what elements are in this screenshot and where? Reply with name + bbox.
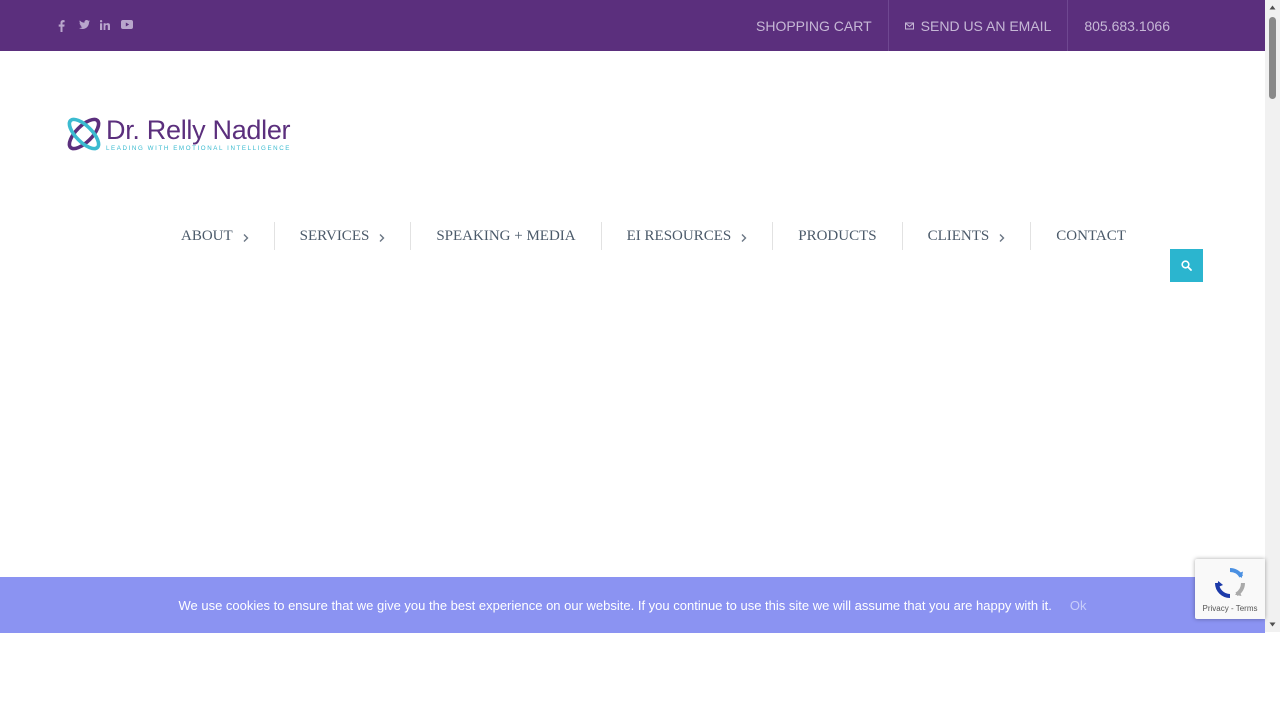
chevron-right-icon (243, 231, 249, 242)
nav-item-label: ABOUT (181, 227, 233, 244)
nav-item-services[interactable]: SERVICES (273, 222, 411, 250)
nav-item-label: CONTACT (1056, 227, 1126, 244)
search-button[interactable] (1170, 249, 1203, 282)
site-logo[interactable]: Dr. Relly Nadler LEADING WITH EMOTIONAL … (64, 113, 291, 155)
nav-item-contact[interactable]: CONTACT (1030, 222, 1151, 250)
youtube-icon[interactable] (121, 19, 133, 32)
nav-item-speaking-media[interactable]: SPEAKING + MEDIA (410, 222, 600, 250)
nav-item-products[interactable]: PRODUCTS (772, 222, 901, 250)
nav-item-label: CLIENTS (927, 227, 990, 244)
phone-number: 805.683.1066 (1084, 17, 1170, 34)
logo-mark-icon (67, 117, 101, 151)
scroll-up-arrow-icon[interactable] (1265, 0, 1280, 15)
top-bar: SHOPPING CART SEND US AN EMAIL 805.683.1… (0, 0, 1265, 51)
nav-item-about[interactable]: ABOUT (156, 222, 274, 250)
page-scrollbar[interactable] (1265, 0, 1280, 632)
send-email-link[interactable]: SEND US AN EMAIL (887, 0, 1068, 51)
logo-name: Dr. Relly Nadler (106, 114, 291, 145)
cookie-ok-button[interactable]: Ok (1070, 598, 1087, 613)
recaptcha-badge[interactable]: Privacy - Terms (1195, 559, 1265, 619)
recaptcha-privacy-terms[interactable]: Privacy - Terms (1195, 604, 1265, 613)
linkedin-icon[interactable] (100, 19, 110, 32)
logo-text: Dr. Relly Nadler LEADING WITH EMOTIONAL … (106, 116, 291, 153)
nav-item-ei-resources[interactable]: EI RESOURCES (600, 222, 773, 250)
nav-item-label: SPEAKING + MEDIA (436, 227, 576, 244)
scroll-thumb[interactable] (1269, 17, 1276, 99)
logo-tagline: LEADING WITH EMOTIONAL INTELLIGENCE (106, 144, 292, 152)
chevron-right-icon (999, 231, 1005, 242)
cookie-notice-bar: We use cookies to ensure that we give yo… (0, 577, 1265, 633)
nav-item-label: EI RESOURCES (626, 227, 732, 244)
recaptcha-icon (1215, 567, 1246, 598)
cookie-message: We use cookies to ensure that we give yo… (178, 597, 1052, 613)
nav-item-label: PRODUCTS (798, 227, 877, 244)
top-links: SHOPPING CART SEND US AN EMAIL 805.683.1… (740, 0, 1186, 51)
facebook-icon[interactable] (58, 19, 68, 32)
send-email-label: SEND US AN EMAIL (920, 17, 1052, 34)
social-links (58, 0, 133, 51)
search-icon (1181, 260, 1192, 271)
nav-item-label: SERVICES (299, 227, 370, 244)
envelope-icon (904, 18, 914, 34)
shopping-cart-label: SHOPPING CART (756, 17, 872, 34)
nav-item-clients[interactable]: CLIENTS (901, 222, 1031, 250)
shopping-cart-link[interactable]: SHOPPING CART (740, 0, 888, 51)
chevron-right-icon (379, 231, 385, 242)
twitter-icon[interactable] (79, 19, 90, 32)
phone-link[interactable]: 805.683.1066 (1067, 0, 1186, 51)
chevron-right-icon (741, 231, 747, 242)
scroll-down-arrow-icon[interactable] (1265, 617, 1280, 632)
main-nav: ABOUT SERVICES SPEAKING + MEDIA EI RESOU… (156, 221, 1151, 251)
